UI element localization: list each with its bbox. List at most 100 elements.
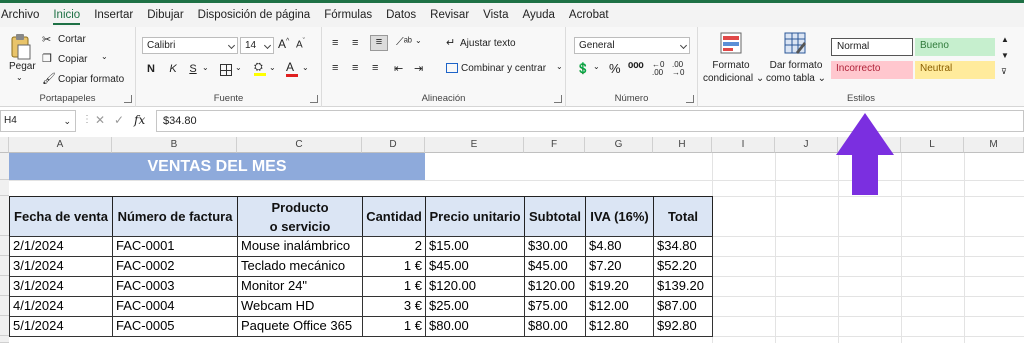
cell-precio[interactable]: $120.00: [425, 276, 525, 297]
column-header-h[interactable]: H: [653, 137, 712, 153]
cell-subtotal[interactable]: $80.00: [524, 316, 586, 337]
cell-iva[interactable]: $12.80: [585, 316, 654, 337]
underline-button[interactable]: S: [186, 63, 200, 75]
align-right-icon[interactable]: ≡: [372, 62, 378, 74]
wrap-text-button[interactable]: Ajustar texto: [460, 38, 516, 49]
align-middle-icon[interactable]: ≡: [352, 37, 358, 49]
tab-datos[interactable]: Datos: [379, 3, 423, 27]
name-box[interactable]: H4 ⌄: [0, 110, 76, 132]
column-header-m[interactable]: M: [964, 137, 1024, 153]
paste-button[interactable]: Pegar: [9, 61, 36, 72]
header-cell-producto[interactable]: Producto o servicio: [237, 196, 363, 237]
header-cell-total[interactable]: Total: [653, 196, 713, 237]
cell-fecha[interactable]: 2/1/2024: [9, 236, 113, 257]
align-bottom-icon[interactable]: ≡: [370, 35, 388, 51]
copy-button[interactable]: Copiar: [58, 54, 87, 65]
tab-acrobat[interactable]: Acrobat: [562, 3, 616, 27]
column-header-a[interactable]: A: [9, 137, 112, 153]
fill-color-dropdown-icon[interactable]: ⌄: [269, 63, 276, 72]
tab-archivo[interactable]: Archivo: [0, 3, 46, 27]
cell-cantidad[interactable]: 1 €: [362, 276, 426, 297]
conditional-format-button[interactable]: Formato condicional ⌄: [703, 59, 764, 85]
align-left-icon[interactable]: ≡: [332, 62, 338, 74]
font-launcher-icon[interactable]: [310, 95, 318, 103]
italic-button[interactable]: K: [166, 63, 180, 75]
format-as-table-button[interactable]: Dar formato como tabla ⌄: [764, 59, 828, 85]
cell-producto[interactable]: Monitor 24": [237, 276, 363, 297]
styles-scroll-down-icon[interactable]: ▼: [1001, 51, 1009, 60]
underline-dropdown-icon[interactable]: ⌄: [202, 63, 209, 72]
cell-factura[interactable]: FAC-0002: [112, 256, 238, 277]
alignment-launcher-icon[interactable]: [554, 95, 562, 103]
font-size-select[interactable]: 14: [240, 37, 274, 54]
header-cell-precio[interactable]: Precio unitario: [425, 196, 525, 237]
number-launcher-icon[interactable]: [686, 95, 694, 103]
cell-iva[interactable]: $19.20: [585, 276, 654, 297]
cell-factura[interactable]: FAC-0003: [112, 276, 238, 297]
merge-center-button[interactable]: Combinar y centrar: [461, 63, 546, 74]
tab-dibujar[interactable]: Dibujar: [140, 3, 190, 27]
font-color-dropdown-icon[interactable]: ⌄: [302, 63, 309, 72]
cell-producto[interactable]: Teclado mecánico: [237, 256, 363, 277]
header-cell-factura[interactable]: Número de factura: [112, 196, 238, 237]
row-header-2[interactable]: [0, 180, 9, 196]
borders-icon[interactable]: [220, 64, 232, 76]
cell-subtotal[interactable]: $75.00: [524, 296, 586, 317]
cell-fecha[interactable]: 3/1/2024: [9, 276, 113, 297]
tab-vista[interactable]: Vista: [476, 3, 515, 27]
cell-iva[interactable]: $4.80: [585, 236, 654, 257]
accounting-dropdown-icon[interactable]: ⌄: [593, 62, 600, 71]
cell-producto[interactable]: Webcam HD: [237, 296, 363, 317]
column-header-j[interactable]: J: [775, 137, 838, 153]
cell-total[interactable]: $87.00: [653, 296, 713, 317]
percent-style-icon[interactable]: %: [609, 61, 621, 76]
header-cell-cantidad[interactable]: Cantidad: [362, 196, 426, 237]
align-center-icon[interactable]: ≡: [352, 62, 358, 74]
row-header-7[interactable]: [0, 296, 9, 316]
style-bad[interactable]: Incorrecto: [831, 61, 913, 79]
row-header-8[interactable]: [0, 316, 9, 336]
fill-color-icon[interactable]: ⛭: [254, 61, 266, 76]
row-header-5[interactable]: [0, 256, 9, 276]
tab-revisar[interactable]: Revisar: [423, 3, 476, 27]
tab-inicio[interactable]: Inicio: [46, 3, 87, 27]
number-format-select[interactable]: General: [574, 37, 690, 54]
row-header-3[interactable]: [0, 196, 9, 236]
orientation-dropdown-icon[interactable]: ⌄: [415, 36, 422, 45]
tab-disposicion[interactable]: Disposición de página: [191, 3, 318, 27]
column-header-b[interactable]: B: [112, 137, 237, 153]
styles-more-icon[interactable]: ⊽: [1001, 67, 1007, 76]
cell-cantidad[interactable]: 1 €: [362, 256, 426, 277]
increase-font-icon[interactable]: A^: [278, 37, 289, 51]
increase-decimal-icon[interactable]: ←0.00: [652, 61, 664, 77]
style-neutral[interactable]: Neutral: [915, 61, 995, 79]
column-header-l[interactable]: L: [901, 137, 964, 153]
format-painter-button[interactable]: Copiar formato: [58, 74, 124, 85]
cell-precio[interactable]: $15.00: [425, 236, 525, 257]
copy-dropdown-icon[interactable]: ⌄: [101, 52, 108, 61]
cell-total[interactable]: $34.80: [653, 236, 713, 257]
name-box-dropdown-icon[interactable]: ⌄: [63, 111, 71, 131]
sheet-title[interactable]: VENTAS DEL MES: [9, 153, 425, 180]
header-cell-iva[interactable]: IVA (16%): [585, 196, 654, 237]
cell-iva[interactable]: $7.20: [585, 256, 654, 277]
row-header-6[interactable]: [0, 276, 9, 296]
cell-cantidad[interactable]: 2: [362, 236, 426, 257]
tab-ayuda[interactable]: Ayuda: [516, 3, 562, 27]
row-header-4[interactable]: [0, 236, 9, 256]
cell-cantidad[interactable]: 3 €: [362, 296, 426, 317]
column-header-e[interactable]: E: [425, 137, 524, 153]
select-all-corner[interactable]: [0, 137, 9, 153]
cell-precio[interactable]: $25.00: [425, 296, 525, 317]
font-name-select[interactable]: Calibri: [142, 37, 238, 54]
styles-scroll-up-icon[interactable]: ▲: [1001, 35, 1009, 44]
column-header-g[interactable]: G: [585, 137, 653, 153]
header-cell-fecha[interactable]: Fecha de venta: [9, 196, 113, 237]
column-header-c[interactable]: C: [237, 137, 362, 153]
cell-precio[interactable]: $45.00: [425, 256, 525, 277]
row-header-1[interactable]: [0, 153, 9, 180]
decrease-font-icon[interactable]: Aˇ: [296, 38, 305, 50]
borders-dropdown-icon[interactable]: ⌄: [235, 63, 242, 72]
bold-button[interactable]: N: [144, 63, 158, 75]
tab-formulas[interactable]: Fórmulas: [317, 3, 379, 27]
